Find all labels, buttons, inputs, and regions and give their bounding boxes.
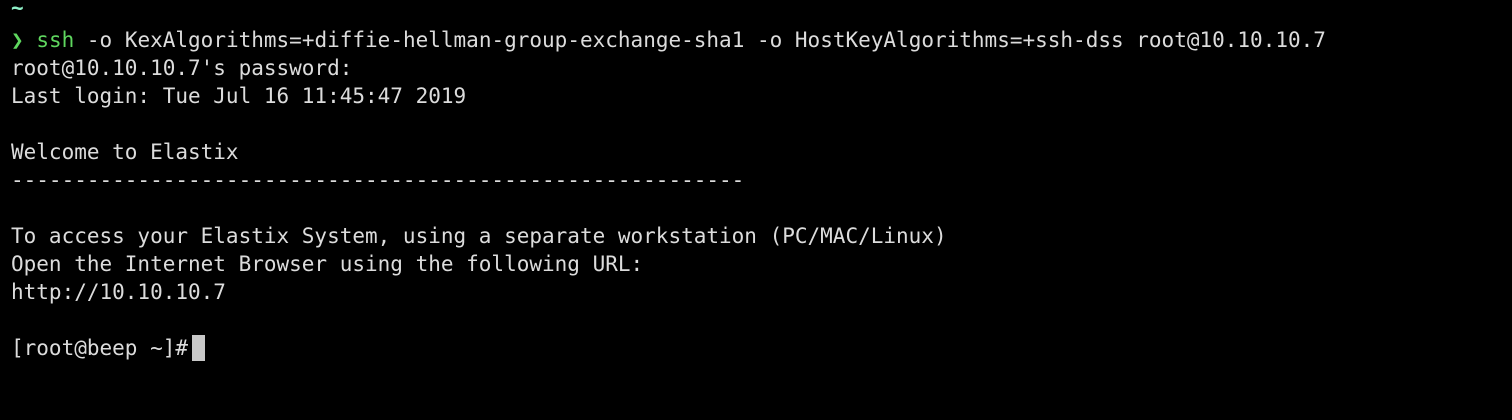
terminal-window[interactable]: ~ ❯ ssh -o KexAlgorithms=+diffie-hellman… [0,0,1512,420]
last-login-line: Last login: Tue Jul 16 11:45:47 2019 [11,84,467,108]
command-args: -o KexAlgorithms=+diffie-hellman-group-e… [74,28,1326,52]
command-line: ❯ ssh -o KexAlgorithms=+diffie-hellman-g… [11,26,1326,54]
welcome-banner: Welcome to Elastix [11,140,239,164]
remote-prompt-line[interactable]: [root@beep ~]# [11,334,206,362]
access-url: http://10.10.10.7 [11,280,226,304]
cwd-indicator: ~ [11,0,24,20]
remote-prompt: [root@beep ~]# [11,336,189,360]
banner-separator: ----------------------------------------… [11,168,745,192]
password-prompt: root@10.10.10.7's password: [11,56,353,80]
prompt-glyph: ❯ [11,28,24,52]
browser-info-line: Open the Internet Browser using the foll… [11,252,644,276]
text-cursor [192,335,206,361]
access-info-line: To access your Elastix System, using a s… [11,224,947,248]
command-program: ssh [36,28,75,52]
